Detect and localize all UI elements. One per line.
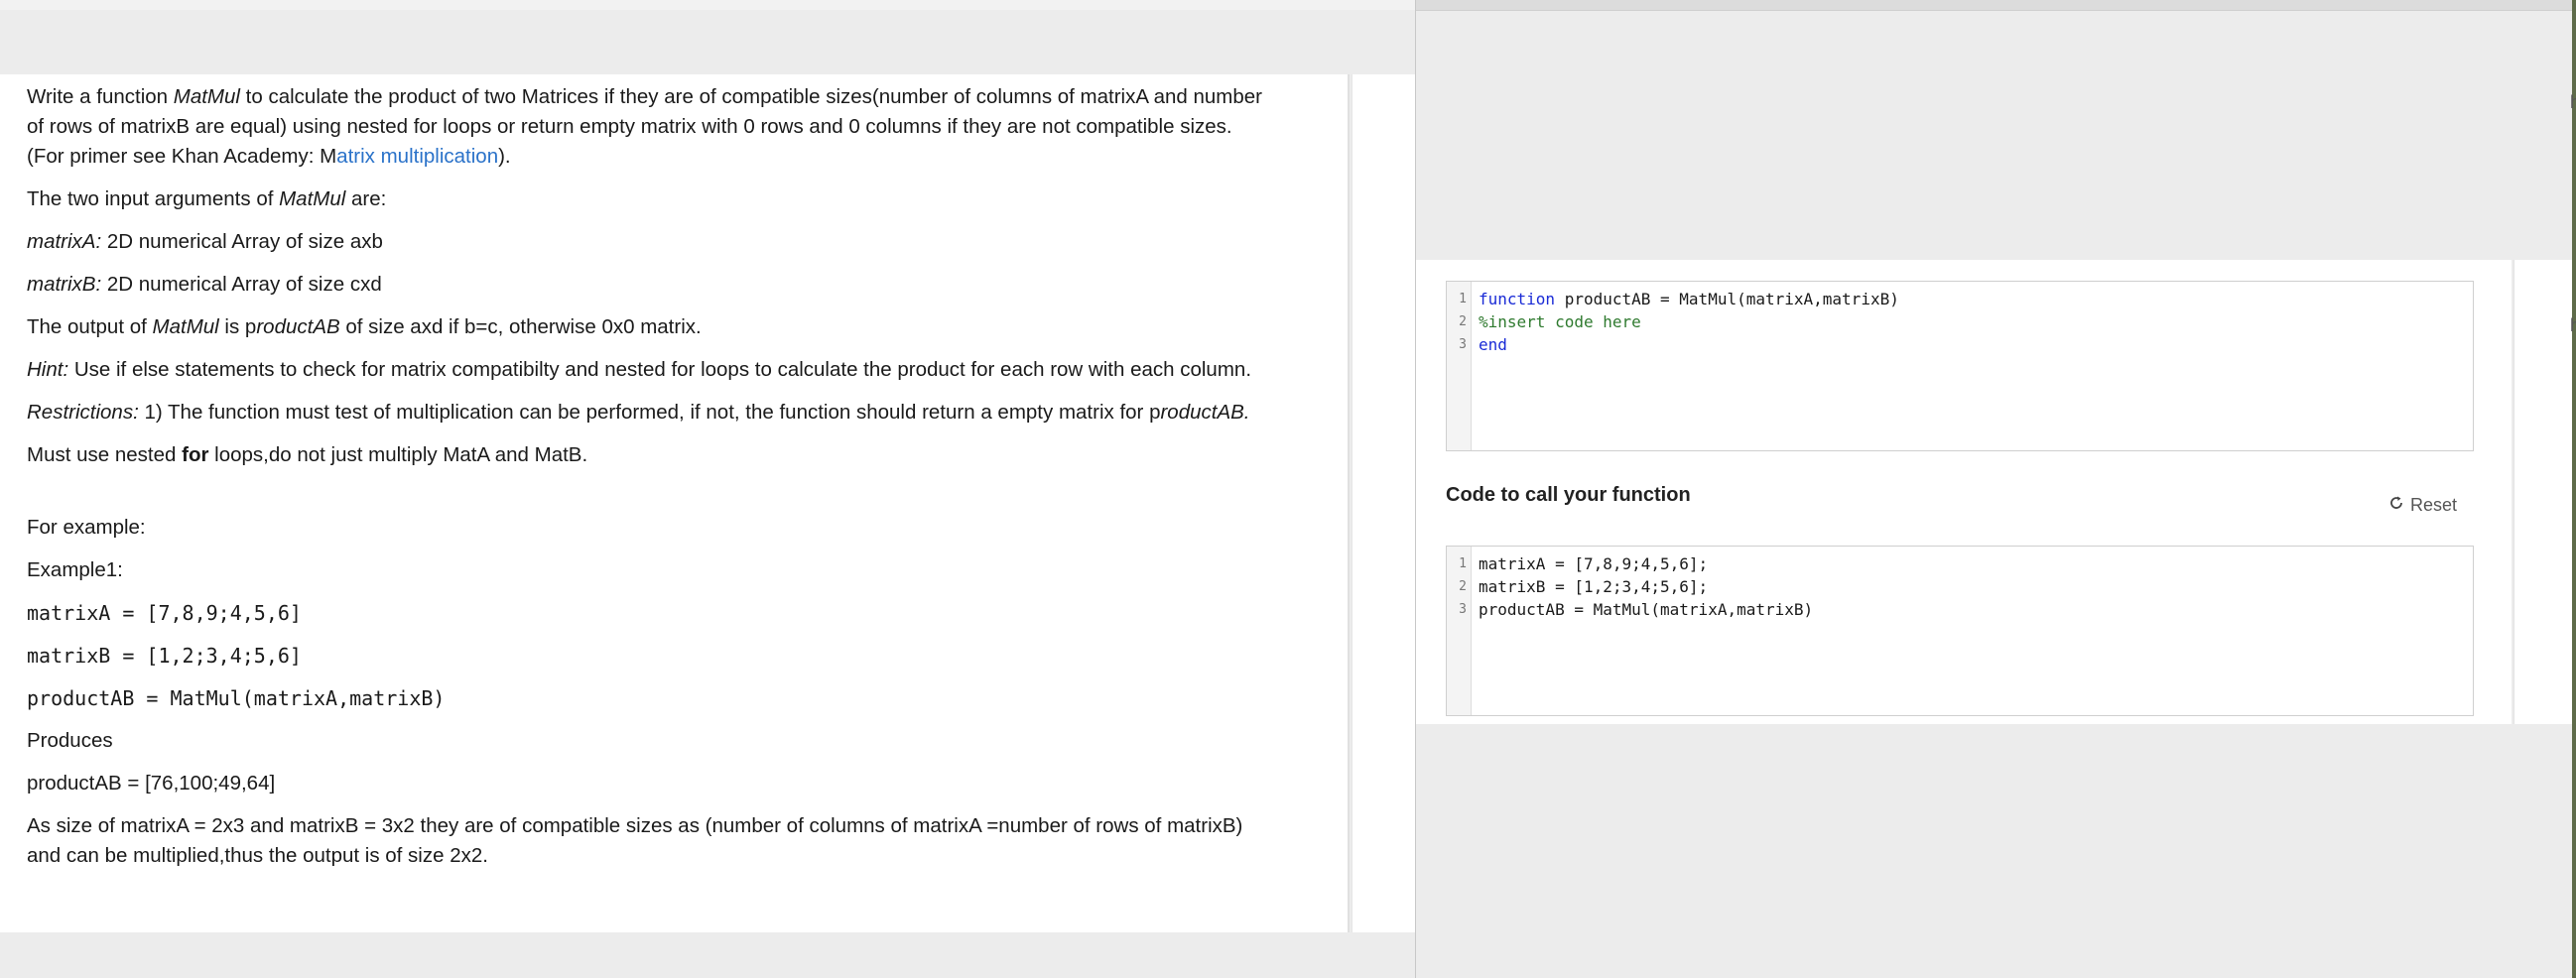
left-footer-bar [0,932,1415,978]
left-scroll-gutter [1352,74,1416,932]
call-code-editor[interactable]: 1 2 3 matrixA = [7,8,9;4,5,6]; matrixB =… [1446,546,2474,716]
code-line[interactable]: matrixA = [7,8,9;4,5,6]; [1479,552,2467,575]
line-number-gutter: 1 2 3 [1447,547,1472,715]
matrixA-description: matrixA: 2D numerical Array of size axb [27,230,383,253]
reset-button[interactable]: Reset [2388,495,2457,516]
example1-label: Example1: [27,558,123,581]
code-dialog: 1 2 3 function productAB = MatMul(matrix… [1415,0,2574,978]
background-edge [2572,0,2576,978]
edge-text: h [2570,92,2576,112]
code-line[interactable]: productAB = MatMul(matrixA,matrixB) [1479,598,2467,621]
restrictions-text: Restrictions: 1) The function must test … [27,401,1250,424]
produces-label: Produces [27,729,113,752]
dialog-side-strip [2513,260,2574,724]
code-area[interactable]: function productAB = MatMul(matrixA,matr… [1479,288,2467,356]
example-code-call: productAB = MatMul(matrixA,matrixB) [27,686,446,710]
code-line[interactable]: matrixB = [1,2;3,4;5,6]; [1479,575,2467,598]
example-code-matrixB: matrixB = [1,2;3,4;5,6] [27,644,302,668]
code-line[interactable]: function productAB = MatMul(matrixA,matr… [1479,288,2467,310]
for-example-label: For example: [27,516,146,539]
code-area[interactable]: matrixA = [7,8,9;4,5,6]; matrixB = [1,2;… [1479,552,2467,621]
intro-line2: of rows of matrixB are equal) using nest… [27,115,1232,138]
must-use-text: Must use nested for loops,do not just mu… [27,443,588,466]
example-result: productAB = [76,100;49,64] [27,772,276,795]
khan-academy-link[interactable]: atrix multiplication [336,145,498,168]
matrixB-description: matrixB: 2D numerical Array of size cxd [27,273,382,296]
refresh-icon [2388,495,2406,516]
explanation-line2: and can be multiplied,thus the output is… [27,844,488,867]
call-section-title: Code to call your function [1446,484,1691,506]
intro-line1: Write a function MatMul to calculate the… [27,85,1263,108]
code-line[interactable]: %insert code here [1479,310,2467,333]
dialog-body: 1 2 3 function productAB = MatMul(matrix… [1416,260,2512,724]
code-line[interactable]: end [1479,333,2467,356]
output-description: The output of MatMul is productAB of siz… [27,315,702,338]
arguments-heading: The two input arguments of MatMul are: [27,187,387,210]
edge-text: h [2570,315,2576,335]
primer-line: (For primer see Khan Academy: Matrix mul… [27,145,511,168]
left-header-bar [0,10,1415,74]
dialog-titlebar [1416,0,2572,11]
example-code-matrixA: matrixA = [7,8,9;4,5,6] [27,601,302,625]
function-code-editor[interactable]: 1 2 3 function productAB = MatMul(matrix… [1446,281,2474,451]
explanation-line1: As size of matrixA = 2x3 and matrixB = 3… [27,814,1243,837]
hint-text: Hint: Use if else statements to check fo… [27,358,1252,381]
line-number-gutter: 1 2 3 [1447,282,1472,450]
problem-description: Write a function MatMul to calculate the… [0,74,1350,932]
